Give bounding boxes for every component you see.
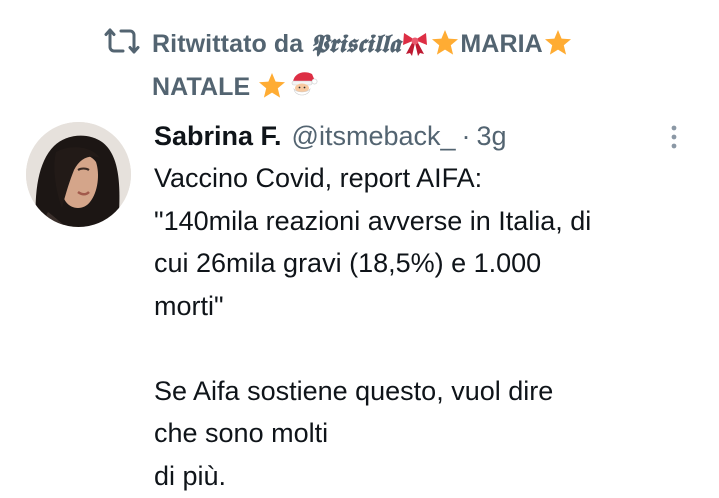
santa-icon [292,72,318,96]
tweet-text-line: di più. [154,460,227,491]
retweeter-name-part-2: NATALE [152,73,251,101]
tweet-text-line: che sono molti [154,418,329,448]
retweeter-fancy-name: 𝕻𝖗𝖎𝖘𝖈𝖎𝖑𝖑𝖆 [310,29,401,58]
avatar[interactable] [26,122,131,227]
tweet-text-line: morti" [154,290,224,321]
display-name[interactable]: Sabrina F. [154,121,282,152]
star-icon [259,73,286,98]
tweet-text-line [154,327,704,370]
tweet-timestamp[interactable]: 3g [477,121,507,152]
tweet-text-line: "140mila reazioni avverse in Italia, di [154,205,592,236]
tweet-text-line: Vaccino Covid, report AIFA: [154,163,483,193]
separator-dot: · [461,120,471,151]
tweet-header: Sabrina F. @itsmeback_ · 3g [154,116,689,156]
ribbon-icon [403,33,428,56]
retweeter-name-part-1: MARIA [460,30,543,58]
retweet-label[interactable]: Ritwittato da 𝕻𝖗𝖎𝖘𝖈𝖎𝖑𝖑𝖆 MARIA NATALE [152,22,573,109]
star-icon [432,30,459,55]
more-options-icon[interactable] [669,124,679,150]
retweet-prefix: Ritwittato da [152,30,304,58]
retweet-icon [104,28,140,54]
user-handle[interactable]: @itsmeback_ [292,121,456,152]
tweet-text: Vaccino Covid, report AIFA: "140mila rea… [154,157,704,497]
avatar-image [26,122,131,227]
retweet-context: Ritwittato da 𝕻𝖗𝖎𝖘𝖈𝖎𝖑𝖑𝖆 MARIA NATALE [104,22,694,109]
tweet-text-line: Se Aifa sostiene questo, vuol dire [154,375,554,406]
star-icon [544,30,571,55]
tweet-text-line: cui 26mila gravi (18,5%) e 1.000 [154,248,542,278]
